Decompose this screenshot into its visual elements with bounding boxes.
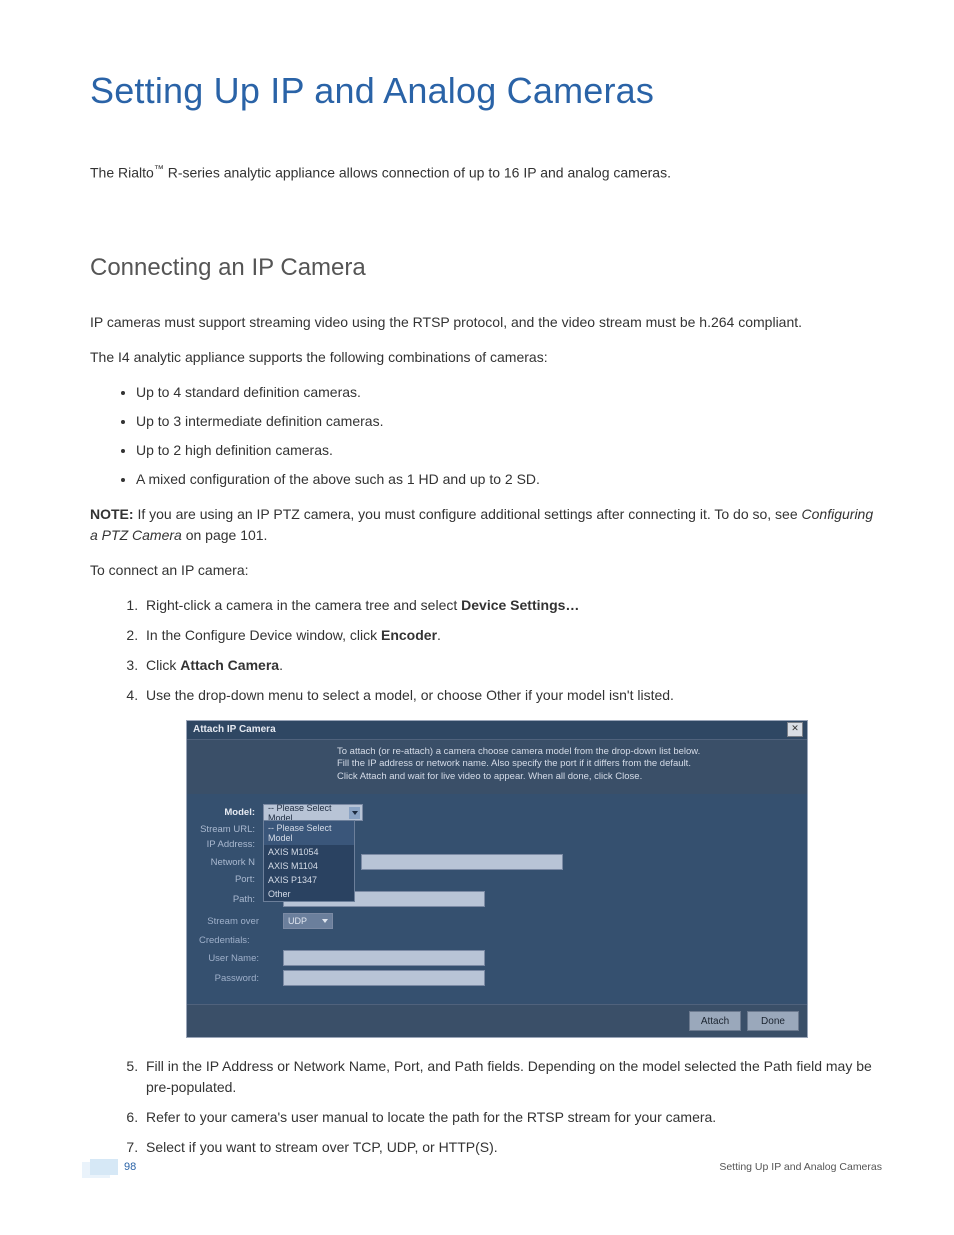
footer-title: Setting Up IP and Analog Cameras <box>719 1161 882 1173</box>
password-label: Password: <box>197 973 267 984</box>
page-footer: 98 Setting Up IP and Analog Cameras <box>90 1159 882 1175</box>
list-item: Right-click a camera in the camera tree … <box>142 595 882 616</box>
close-icon[interactable]: ✕ <box>787 722 803 737</box>
model-option[interactable]: -- Please Select Model <box>264 821 354 845</box>
list-item: Click Attach Camera. <box>142 655 882 676</box>
stream-url-label: Stream URL: <box>197 824 263 835</box>
intro-pre: The Rialto <box>90 165 154 181</box>
chevron-down-icon <box>349 807 360 819</box>
list-item: Up to 4 standard definition cameras. <box>136 382 882 403</box>
model-select[interactable]: -- Please Select Model <box>263 804 363 821</box>
stream-over-value: UDP <box>288 916 307 926</box>
paragraph-combos: The I4 analytic appliance supports the f… <box>90 347 882 368</box>
model-dropdown[interactable]: -- Please Select Model AXIS M1054 AXIS M… <box>263 820 355 902</box>
paragraph-rtsp: IP cameras must support streaming video … <box>90 312 882 333</box>
list-item: Refer to your camera's user manual to lo… <box>142 1107 882 1128</box>
dialog-titlebar: Attach IP Camera ✕ <box>187 721 807 740</box>
dialog-title: Attach IP Camera <box>193 724 276 735</box>
step-post: . <box>279 657 283 673</box>
password-input[interactable] <box>283 970 485 986</box>
step-text: Right-click a camera in the camera tree … <box>146 597 461 613</box>
note-body: If you are using an IP PTZ camera, you m… <box>134 506 802 522</box>
port-label: Port: <box>197 874 263 885</box>
network-name-label: Network N <box>197 857 263 868</box>
list-item: Use the drop-down menu to select a model… <box>142 685 882 706</box>
intro-post: R-series analytic appliance allows conne… <box>164 165 671 181</box>
steps-list: Right-click a camera in the camera tree … <box>90 595 882 706</box>
step-post: . <box>437 627 441 643</box>
attach-button[interactable]: Attach <box>689 1011 741 1031</box>
username-label: User Name: <box>197 953 267 964</box>
credentials-label: Credentials: <box>199 935 797 946</box>
username-input[interactable] <box>283 950 485 966</box>
intro-paragraph: The Rialto™ R-series analytic appliance … <box>90 162 882 184</box>
step-text: Click <box>146 657 180 673</box>
step-bold: Device Settings… <box>461 597 579 613</box>
step-bold: Attach Camera <box>180 657 279 673</box>
model-option[interactable]: AXIS P1347 <box>264 873 354 887</box>
model-option[interactable]: Other <box>264 887 354 901</box>
paragraph-to-connect: To connect an IP camera: <box>90 560 882 581</box>
model-option[interactable]: AXIS M1104 <box>264 859 354 873</box>
note-label: NOTE: <box>90 506 134 522</box>
note-tail: on page 101. <box>182 527 268 543</box>
list-item: Select if you want to stream over TCP, U… <box>142 1137 882 1158</box>
camera-combos-list: Up to 4 standard definition cameras. Up … <box>90 382 882 490</box>
step-text: In the Configure Device window, click <box>146 627 381 643</box>
stream-over-label: Stream over <box>197 916 267 927</box>
trademark-symbol: ™ <box>154 164 164 175</box>
step-bold: Encoder <box>381 627 437 643</box>
attach-ip-camera-dialog: Attach IP Camera ✕ To attach (or re-atta… <box>186 720 808 1038</box>
path-label: Path: <box>197 894 263 905</box>
note-paragraph: NOTE: If you are using an IP PTZ camera,… <box>90 504 882 546</box>
section-heading: Connecting an IP Camera <box>90 254 882 282</box>
dialog-instructions: To attach (or re-attach) a camera choose… <box>187 740 807 794</box>
steps-list-cont: Fill in the IP Address or Network Name, … <box>90 1056 882 1158</box>
model-option[interactable]: AXIS M1054 <box>264 845 354 859</box>
list-item: In the Configure Device window, click En… <box>142 625 882 646</box>
page-number-decoration <box>90 1159 118 1175</box>
list-item: Fill in the IP Address or Network Name, … <box>142 1056 882 1098</box>
network-name-input[interactable] <box>361 854 563 870</box>
page-title: Setting Up IP and Analog Cameras <box>90 70 882 112</box>
stream-over-select[interactable]: UDP <box>283 913 333 929</box>
done-button[interactable]: Done <box>747 1011 799 1031</box>
model-label: Model: <box>197 807 263 818</box>
ip-address-label: IP Address: <box>197 839 263 850</box>
page-number: 98 <box>124 1161 136 1173</box>
list-item: Up to 3 intermediate definition cameras. <box>136 411 882 432</box>
list-item: A mixed configuration of the above such … <box>136 469 882 490</box>
list-item: Up to 2 high definition cameras. <box>136 440 882 461</box>
chevron-down-icon <box>320 916 330 926</box>
